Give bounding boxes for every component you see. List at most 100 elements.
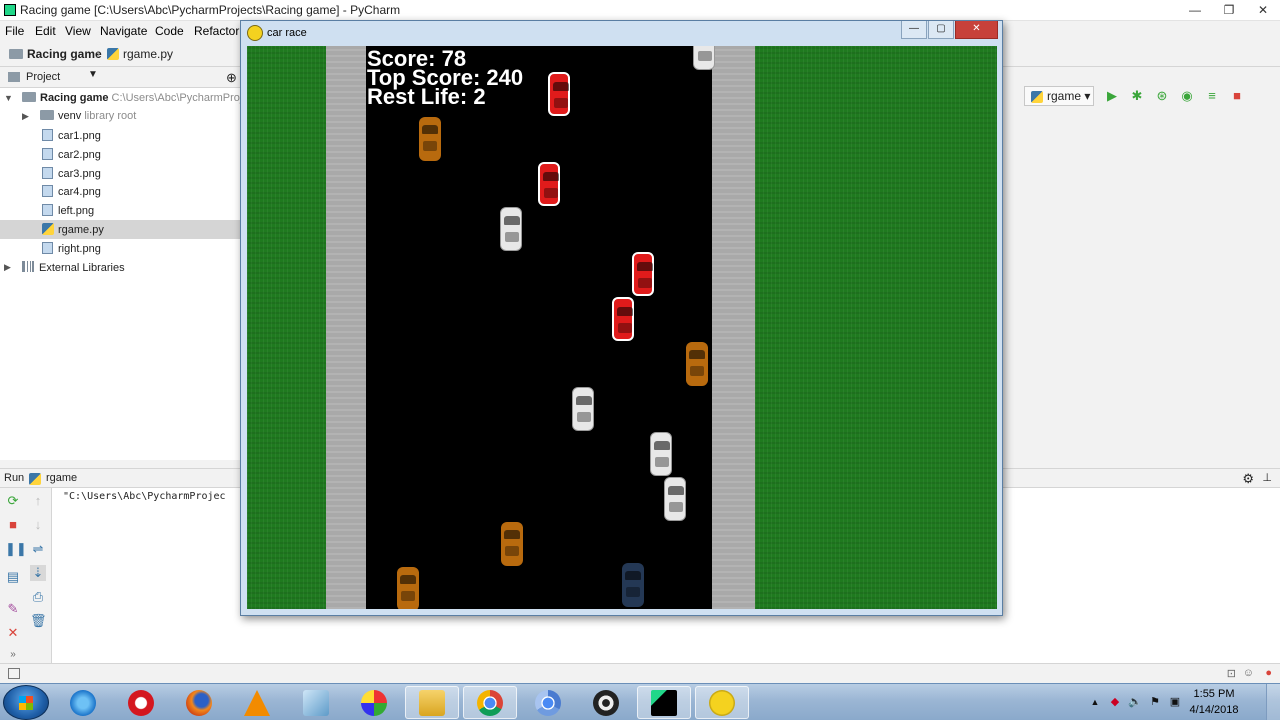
tool-windows-icon[interactable] xyxy=(8,668,20,679)
tree-item-car4[interactable]: car4.png xyxy=(0,182,240,201)
left-grass xyxy=(247,46,326,609)
tree-item-right[interactable]: right.png xyxy=(0,239,240,258)
stop-icon[interactable]: ■ xyxy=(5,517,21,533)
breadcrumb-file[interactable]: rgame.py xyxy=(107,47,173,61)
taskbar-firefox[interactable] xyxy=(172,686,226,719)
image-file-icon xyxy=(42,204,53,216)
status-bar: ⊡ ☺ ● xyxy=(0,663,1280,683)
enemy-car xyxy=(632,252,654,296)
left-curb xyxy=(326,46,366,609)
tree-item-car3[interactable]: car3.png xyxy=(0,164,240,183)
antivirus-icon[interactable]: ◆ xyxy=(1108,695,1122,709)
maximize-icon[interactable]: ▢ xyxy=(928,21,954,39)
player-car[interactable] xyxy=(622,563,644,607)
project-panel-title[interactable]: Project xyxy=(26,71,60,83)
chevron-right-icon[interactable]: ▶ xyxy=(4,262,11,273)
taskbar-pygame[interactable] xyxy=(695,686,749,719)
clock-date[interactable]: 4/14/2018 xyxy=(1184,704,1244,716)
coverage-icon[interactable]: ⊛ xyxy=(1154,88,1170,104)
image-file-icon xyxy=(42,242,53,254)
pygame-icon xyxy=(247,25,263,41)
taskbar-paint[interactable] xyxy=(347,686,401,719)
explorer-icon xyxy=(419,689,445,716)
event-log-icon[interactable]: ● xyxy=(1265,667,1272,679)
minimize-icon[interactable]: — xyxy=(1178,0,1212,20)
stop-icon[interactable]: ■ xyxy=(1229,88,1245,104)
pin-icon[interactable]: ✎ xyxy=(5,601,21,617)
profile-icon[interactable]: ◉ xyxy=(1179,88,1195,104)
trash-icon[interactable]: 🗑 xyxy=(30,613,47,629)
network-icon[interactable]: ▣ xyxy=(1168,695,1182,709)
pause-icon[interactable]: ❚❚ xyxy=(5,541,27,557)
breadcrumb-project[interactable]: Racing game xyxy=(9,47,102,61)
chevron-right-icon[interactable]: ▶ xyxy=(22,111,29,122)
chevron-down-icon[interactable]: ▼ xyxy=(88,69,98,80)
system-tray: ▲ ◆ 🔈 ⚑ ▣ 1:55 PM 4/14/2018 xyxy=(1080,684,1280,720)
tree-item-left[interactable]: left.png xyxy=(0,201,240,220)
rest-life-text: Rest Life: 2 xyxy=(367,84,486,109)
taskbar-vlc[interactable] xyxy=(230,686,284,719)
menu-refactor[interactable]: Refactor xyxy=(194,24,239,38)
scroll-to-end-icon[interactable]: ⇣ xyxy=(30,565,46,581)
taskbar-media-player[interactable] xyxy=(579,686,633,719)
soft-wrap-icon[interactable]: ⇌ xyxy=(30,541,46,557)
game-canvas[interactable]: Score: 78 Top Score: 240 Rest Life: 2 xyxy=(247,46,997,609)
close-icon[interactable]: ✕ xyxy=(5,625,21,641)
menu-code[interactable]: Code xyxy=(155,24,184,38)
taskbar-chrome[interactable] xyxy=(463,686,517,719)
maximize-icon[interactable]: ❐ xyxy=(1212,0,1246,20)
enemy-car xyxy=(664,477,686,521)
minimize-icon[interactable]: — xyxy=(901,21,927,39)
python-file-icon xyxy=(29,473,41,485)
lock-icon[interactable]: ⊡ xyxy=(1227,667,1236,680)
taskbar-chromium[interactable] xyxy=(521,686,575,719)
tree-item-external-libraries[interactable]: ▶ External Libraries xyxy=(0,258,240,277)
print-icon[interactable]: ⎙ xyxy=(30,589,46,605)
rerun-icon[interactable]: ⟳ xyxy=(5,493,21,509)
tree-item-racing-game[interactable]: ▼ Racing game C:\Users\Abc\PycharmProjec… xyxy=(0,89,263,108)
close-icon[interactable]: ✕ xyxy=(955,21,998,39)
menu-edit[interactable]: Edit xyxy=(35,24,56,38)
enemy-car xyxy=(538,162,560,206)
taskbar-internet-explorer[interactable] xyxy=(56,686,110,719)
chevron-up-icon[interactable]: ▲ xyxy=(1088,695,1102,709)
close-icon[interactable]: ✕ xyxy=(1246,0,1280,20)
taskbar-explorer[interactable] xyxy=(405,686,459,719)
settings-icon[interactable]: ⊕ xyxy=(226,70,237,86)
concurrency-icon[interactable]: ≡ xyxy=(1204,88,1220,104)
inspector-icon[interactable]: ☺ xyxy=(1243,667,1254,679)
tree-item-car1[interactable]: car1.png xyxy=(0,126,240,145)
menu-navigate[interactable]: Navigate xyxy=(100,24,147,38)
start-button[interactable] xyxy=(3,685,49,720)
expand-icon[interactable]: » xyxy=(5,647,21,663)
debug-icon[interactable]: ✱ xyxy=(1129,88,1145,104)
tree-item-rgame[interactable]: rgame.py xyxy=(0,220,240,239)
image-file-icon xyxy=(42,167,53,179)
image-file-icon xyxy=(42,129,53,141)
run-icon[interactable]: ▶ xyxy=(1104,88,1120,104)
tree-item-car2[interactable]: car2.png xyxy=(0,145,240,164)
tree-item-venv[interactable]: ▶ venv library root xyxy=(0,107,240,126)
layout-icon[interactable]: ▤ xyxy=(5,569,21,585)
show-desktop-button[interactable] xyxy=(1266,684,1280,720)
hide-panel-icon[interactable]: ⊥ xyxy=(1262,471,1272,484)
clock-time[interactable]: 1:55 PM xyxy=(1184,688,1244,700)
gear-icon[interactable]: ⚙ xyxy=(1242,471,1254,487)
chevron-down-icon[interactable]: ▼ xyxy=(4,93,13,103)
volume-icon[interactable]: 🔈 xyxy=(1128,695,1142,709)
console-line: "C:\Users\Abc\PycharmProjec xyxy=(63,491,226,502)
menu-file[interactable]: File xyxy=(5,24,24,38)
arrow-up-icon[interactable]: ↑ xyxy=(30,493,46,509)
run-tab-name[interactable]: rgame xyxy=(46,472,77,484)
pycharm-icon xyxy=(651,689,677,716)
action-center-flag-icon[interactable]: ⚑ xyxy=(1148,695,1162,709)
taskbar-opera[interactable] xyxy=(114,686,168,719)
ide-window-title: Racing game [C:\Users\Abc\PycharmProject… xyxy=(20,3,401,17)
menu-view[interactable]: View xyxy=(65,24,91,38)
arrow-down-icon[interactable]: ↓ xyxy=(30,517,46,533)
right-grass xyxy=(755,46,997,609)
taskbar-pycharm[interactable] xyxy=(637,686,691,719)
run-configuration-select[interactable]: rgame ▾ xyxy=(1024,86,1094,106)
pycharm-app-icon xyxy=(4,4,16,16)
taskbar-notepad[interactable] xyxy=(289,686,343,719)
